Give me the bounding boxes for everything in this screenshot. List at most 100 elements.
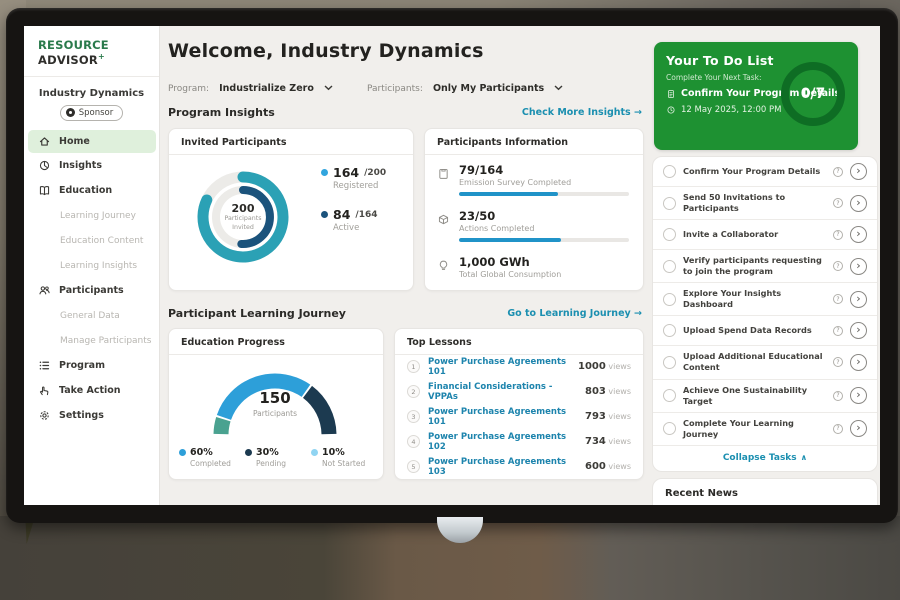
lesson-link[interactable]: Financial Considerations - VPPAs [428, 382, 585, 402]
todo-item-label: Achieve One Sustainability Target [683, 385, 826, 407]
sidebar-item-label: Learning Journey [60, 211, 136, 221]
stat-actions-completed: 23/50 Actions Completed [437, 209, 629, 242]
sidebar-item-label: Learning Insights [60, 261, 137, 271]
chevron-right-icon[interactable]: › [850, 387, 867, 404]
info-icon[interactable]: ? [833, 261, 843, 271]
info-icon[interactable]: ? [833, 167, 843, 177]
survey-icon [437, 165, 450, 178]
todo-checkbox[interactable] [663, 165, 676, 178]
todo-checkbox[interactable] [663, 197, 676, 210]
go-to-learning-journey-link[interactable]: Go to Learning Journey → [507, 308, 642, 319]
sidebar-item-take-action[interactable]: Take Action [24, 378, 160, 403]
chevron-right-icon[interactable]: › [850, 163, 867, 180]
participants-filter-label: Participants: [367, 84, 423, 94]
todo-checkbox[interactable] [663, 260, 676, 273]
program-insights-header: Program Insights Check More Insights → [168, 106, 642, 119]
todo-progress-ring: 0/7 [781, 62, 845, 126]
chevron-right-icon[interactable]: › [850, 195, 867, 212]
lesson-link[interactable]: Power Purchase Agreements 103 [428, 457, 585, 477]
sidebar-item-learning-journey[interactable]: Learning Journey [24, 203, 160, 228]
filters-row: Program: Industrialize Zero Participants… [168, 76, 563, 95]
legend-active: 84/164 Active [321, 207, 386, 233]
sidebar-item-education-content[interactable]: Education Content [24, 228, 160, 253]
gauge-legend: 60% Completed 30% Pending 10% Not Starte… [179, 447, 377, 468]
chevron-right-icon[interactable]: › [850, 226, 867, 243]
progress-bar [459, 238, 629, 242]
stat-emission-survey: 79/164 Emission Survey Completed [437, 163, 629, 196]
todo-checkbox[interactable] [663, 356, 676, 369]
chevron-right-icon[interactable]: › [850, 322, 867, 339]
lesson-link[interactable]: Power Purchase Agreements 101 [428, 357, 578, 377]
org-name: Industry Dynamics [24, 88, 159, 99]
sidebar-item-insights[interactable]: Insights [24, 153, 160, 178]
check-more-insights-link[interactable]: Check More Insights → [522, 107, 642, 118]
todo-summary-card: Your To Do List Complete Your Next Task:… [654, 42, 858, 150]
chevron-down-icon [324, 85, 333, 91]
program-filter-value: Industrialize Zero [219, 83, 314, 94]
todo-checkbox[interactable] [663, 293, 676, 306]
info-icon[interactable]: ? [833, 357, 843, 367]
info-icon[interactable]: ? [833, 391, 843, 401]
lesson-row: 4 Power Purchase Agreements 102 734 view… [395, 429, 643, 454]
todo-checkbox[interactable] [663, 324, 676, 337]
info-icon[interactable]: ? [833, 230, 843, 240]
collapse-tasks-link[interactable]: Collapse Tasks∧ [653, 446, 877, 469]
lesson-link[interactable]: Power Purchase Agreements 101 [428, 407, 585, 427]
todo-list-card: Confirm Your Program Details ? › Send 50… [652, 156, 878, 472]
legend-registered: 164/200 Registered [321, 165, 386, 191]
info-icon[interactable]: ? [833, 294, 843, 304]
sidebar-item-home[interactable]: Home [28, 130, 156, 153]
sidebar-item-participants[interactable]: Participants [24, 278, 160, 303]
sidebar: RESOURCE ADVISOR+ Industry Dynamics Spon… [24, 26, 160, 505]
chevron-right-icon[interactable]: › [850, 420, 867, 437]
arrow-right-icon: → [634, 107, 642, 118]
sidebar-item-learning-insights[interactable]: Learning Insights [24, 253, 160, 278]
sidebar-item-label: Program [59, 360, 105, 371]
recent-news-title: Recent News [653, 479, 877, 505]
todo-item-label: Verify participants requesting to join t… [683, 255, 826, 277]
todo-checkbox[interactable] [663, 389, 676, 402]
lesson-rank: 3 [407, 410, 420, 423]
lesson-views: 793 views [585, 411, 631, 422]
todo-item: Verify participants requesting to join t… [653, 250, 877, 283]
chevron-right-icon[interactable]: › [850, 354, 867, 371]
participants-information-card: Participants Information 79/164 Emission… [424, 128, 644, 291]
sidebar-item-education[interactable]: Education [24, 178, 160, 203]
sidebar-item-settings[interactable]: Settings [24, 403, 160, 428]
info-icon[interactable]: ? [833, 198, 843, 208]
todo-item-label: Explore Your Insights Dashboard [683, 288, 826, 310]
participants-filter[interactable]: Participants: Only My Participants [367, 76, 563, 95]
logo-secondary: ADVISOR [38, 53, 98, 67]
lesson-rank: 4 [407, 435, 420, 448]
top-lessons-card: Top Lessons 1 Power Purchase Agreements … [394, 328, 644, 480]
lesson-row: 1 Power Purchase Agreements 101 1000 vie… [395, 354, 643, 379]
lesson-views: 734 views [585, 436, 631, 447]
sidebar-item-general-data[interactable]: General Data [24, 303, 160, 328]
todo-checkbox[interactable] [663, 228, 676, 241]
lesson-link[interactable]: Power Purchase Agreements 102 [428, 432, 585, 452]
education-icon [38, 184, 51, 197]
settings-icon [38, 409, 51, 422]
actions-icon [437, 211, 450, 224]
sidebar-item-program[interactable]: Program [24, 353, 160, 378]
progress-bar [459, 192, 629, 196]
section-title: Participant Learning Journey [168, 307, 346, 320]
todo-item-label: Send 50 Invitations to Participants [683, 192, 826, 214]
sidebar-item-label: Home [59, 136, 90, 147]
program-filter[interactable]: Program: Industrialize Zero [168, 76, 333, 95]
todo-item: Send 50 Invitations to Participants ? › [653, 187, 877, 220]
info-icon[interactable]: ? [833, 326, 843, 336]
legend-dot [179, 449, 186, 456]
sidebar-item-manage-participants[interactable]: Manage Participants [24, 328, 160, 353]
chevron-right-icon[interactable]: › [850, 291, 867, 308]
take-action-icon [38, 384, 51, 397]
education-gauge-chart: 150 Participants [195, 355, 355, 443]
info-icon[interactable]: ? [833, 424, 843, 434]
chevron-right-icon[interactable]: › [850, 258, 867, 275]
app-logo: RESOURCE ADVISOR+ [24, 26, 159, 77]
sidebar-item-label: Settings [59, 410, 104, 421]
card-title: Participants Information [425, 129, 643, 155]
logo-plus: + [98, 52, 105, 61]
todo-checkbox[interactable] [663, 422, 676, 435]
todo-item-label: Complete Your Learning Journey [683, 418, 826, 440]
